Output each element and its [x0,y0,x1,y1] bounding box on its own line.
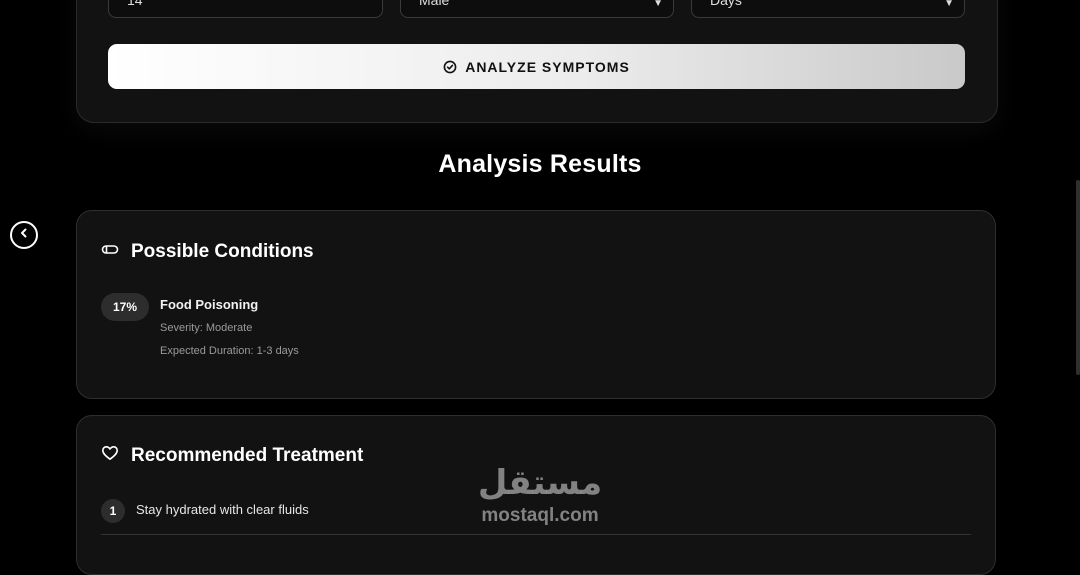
back-button[interactable] [10,221,38,249]
analyze-symptoms-button[interactable]: ANALYZE SYMPTOMS [108,44,965,89]
step-divider [101,534,971,535]
conditions-header: Possible Conditions [101,240,314,263]
results-title: Analysis Results [438,150,642,178]
heart-icon [101,444,119,467]
possible-conditions-card: Possible Conditions 17% Food Poisoning S… [76,210,996,399]
condition-severity: Severity: Moderate [160,322,253,334]
page-scrollbar[interactable] [1076,180,1080,375]
pill-icon [101,240,119,263]
condition-name: Food Poisoning [160,297,259,312]
gender-select[interactable]: Male ▼ [400,0,674,18]
mostaql-watermark: مستقل mostaql.com [470,466,610,525]
gender-select-value: Male [419,0,450,8]
check-circle-icon [443,60,457,74]
chevron-down-icon: ▼ [944,0,954,9]
conditions-heading: Possible Conditions [131,240,314,262]
chevron-down-icon: ▼ [653,0,663,9]
duration-unit-select-value: Days [710,0,742,8]
analyze-symptoms-label: ANALYZE SYMPTOMS [465,58,630,75]
age-field-value: 14 [127,0,143,8]
treatment-step-number: 1 [101,499,125,523]
watermark-latin-text: mostaql.com [481,505,599,526]
age-field[interactable]: 14 [108,0,383,18]
treatment-step-text: Stay hydrated with clear fluids [136,502,309,517]
treatment-heading: Recommended Treatment [131,444,364,466]
watermark-arabic-text: مستقل [477,463,603,503]
treatment-header: Recommended Treatment [101,444,363,467]
chevron-left-icon [18,226,30,244]
condition-duration: Expected Duration: 1-3 days [160,345,299,357]
duration-unit-select[interactable]: Days ▼ [691,0,965,18]
condition-probability-badge: 17% [101,293,149,321]
